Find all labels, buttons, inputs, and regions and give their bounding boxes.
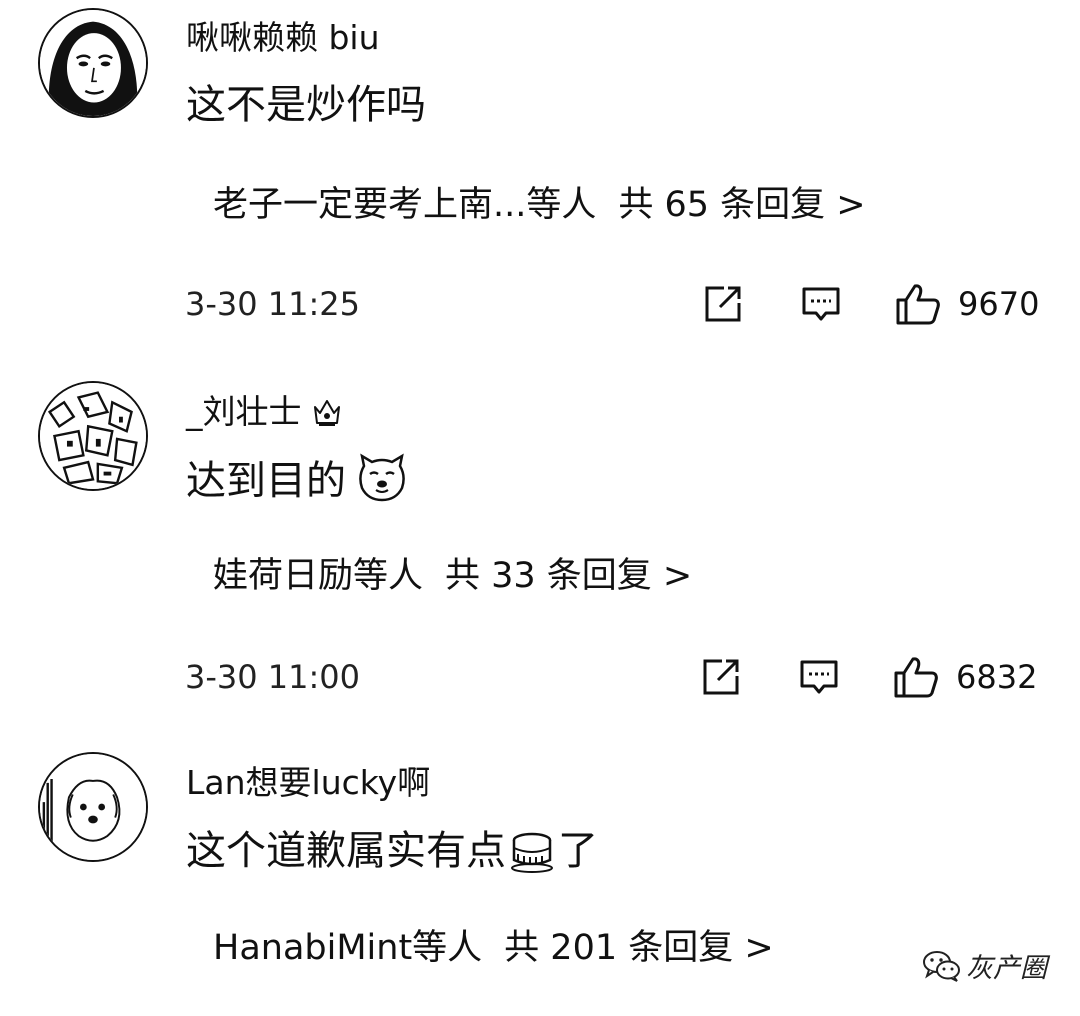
replies-link[interactable]: 娃荷日励等人共 33 条回复 > [213, 554, 692, 598]
crown-badge-icon [313, 400, 340, 426]
avatar[interactable] [38, 8, 148, 118]
watermark: 灰产圈 [922, 946, 1047, 990]
replies-users: 老子一定要考上南...等人 [213, 185, 597, 225]
share-icon[interactable] [700, 656, 742, 698]
avatar[interactable] [38, 381, 148, 491]
replies-count: 共 33 条回复 > [445, 556, 693, 596]
like-count: 9670 [958, 285, 1040, 323]
replies-count: 共 201 条回复 > [504, 928, 774, 968]
comment-text: 这不是炒作吗 [186, 82, 426, 128]
comment-meta: 3-30 11:25 9670 [0, 279, 1080, 329]
sketch-avatar-icon [40, 383, 146, 489]
reply-icon[interactable] [800, 283, 842, 325]
comment-text-before: 这个道歉属实有点 [186, 828, 506, 874]
comment-text-after: 了 [558, 828, 598, 874]
share-icon[interactable] [702, 283, 744, 325]
replies-count: 共 65 条回复 > [618, 185, 866, 225]
replies-users: 娃荷日励等人 [213, 556, 424, 596]
comment-text: 这个道歉属实有点 了 [186, 826, 598, 876]
timestamp: 3-30 11:00 [185, 658, 361, 696]
replies-link[interactable]: 老子一定要考上南...等人共 65 条回复 > [213, 183, 866, 227]
wechat-icon [923, 950, 960, 982]
thumbs-up-icon[interactable] [893, 654, 939, 700]
reply-icon[interactable] [798, 656, 840, 698]
comment-text-label: 达到目的 [186, 458, 346, 504]
username-text: _刘壮士 [186, 392, 302, 431]
username[interactable]: Lan想要lucky啊 [186, 763, 430, 803]
replies-link[interactable]: HanabiMint等人共 201 条回复 > [213, 926, 774, 970]
username[interactable]: _刘壮士 [186, 392, 344, 432]
comment-meta: 3-30 11:00 6832 [0, 652, 1080, 702]
woman-face-avatar-icon [40, 10, 146, 116]
timestamp: 3-30 11:25 [185, 285, 361, 323]
replies-users: HanabiMint等人 [213, 928, 483, 968]
comment-text: 达到目的 [186, 452, 408, 506]
doge-emoji-icon [359, 453, 405, 502]
puppy-avatar-icon [40, 754, 146, 860]
watermark-label: 灰产圈 [966, 953, 1047, 984]
like-count: 6832 [956, 658, 1038, 696]
thumbs-up-icon[interactable] [895, 281, 941, 327]
username[interactable]: 啾啾赖赖 biu [186, 18, 380, 58]
avatar[interactable] [38, 752, 148, 862]
cake-emoji-icon [511, 832, 553, 873]
